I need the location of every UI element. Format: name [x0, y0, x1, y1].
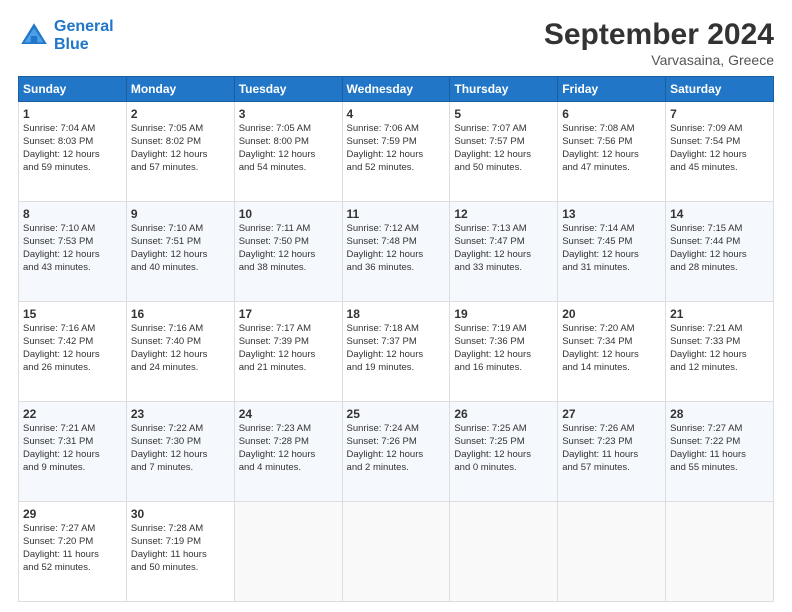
calendar-cell: 20Sunrise: 7:20 AMSunset: 7:34 PMDayligh… [558, 302, 666, 402]
calendar-cell: 1Sunrise: 7:04 AMSunset: 8:03 PMDaylight… [19, 102, 127, 202]
calendar-cell: 27Sunrise: 7:26 AMSunset: 7:23 PMDayligh… [558, 402, 666, 502]
title-area: September 2024 Varvasaina, Greece [544, 18, 774, 68]
page: General Blue September 2024 Varvasaina, … [0, 0, 792, 612]
day-number: 29 [23, 506, 122, 522]
calendar-cell: 13Sunrise: 7:14 AMSunset: 7:45 PMDayligh… [558, 202, 666, 302]
col-monday: Monday [126, 77, 234, 102]
calendar-cell [450, 502, 558, 602]
day-number: 3 [239, 106, 338, 122]
calendar-cell: 14Sunrise: 7:15 AMSunset: 7:44 PMDayligh… [666, 202, 774, 302]
day-number: 12 [454, 206, 553, 222]
calendar-cell: 4Sunrise: 7:06 AMSunset: 7:59 PMDaylight… [342, 102, 450, 202]
calendar-cell: 23Sunrise: 7:22 AMSunset: 7:30 PMDayligh… [126, 402, 234, 502]
calendar-cell: 25Sunrise: 7:24 AMSunset: 7:26 PMDayligh… [342, 402, 450, 502]
logo: General Blue [18, 18, 114, 53]
calendar-week-row: 15Sunrise: 7:16 AMSunset: 7:42 PMDayligh… [19, 302, 774, 402]
day-number: 2 [131, 106, 230, 122]
col-wednesday: Wednesday [342, 77, 450, 102]
day-number: 8 [23, 206, 122, 222]
day-number: 1 [23, 106, 122, 122]
calendar-cell: 15Sunrise: 7:16 AMSunset: 7:42 PMDayligh… [19, 302, 127, 402]
day-number: 14 [670, 206, 769, 222]
calendar-week-row: 1Sunrise: 7:04 AMSunset: 8:03 PMDaylight… [19, 102, 774, 202]
col-thursday: Thursday [450, 77, 558, 102]
day-number: 21 [670, 306, 769, 322]
day-number: 10 [239, 206, 338, 222]
logo-icon [18, 20, 50, 52]
calendar-cell [666, 502, 774, 602]
col-friday: Friday [558, 77, 666, 102]
day-number: 11 [347, 206, 446, 222]
calendar-cell [342, 502, 450, 602]
calendar-cell: 7Sunrise: 7:09 AMSunset: 7:54 PMDaylight… [666, 102, 774, 202]
calendar-cell: 24Sunrise: 7:23 AMSunset: 7:28 PMDayligh… [234, 402, 342, 502]
subtitle: Varvasaina, Greece [544, 52, 774, 68]
day-number: 30 [131, 506, 230, 522]
logo-text: General Blue [54, 18, 114, 53]
day-number: 17 [239, 306, 338, 322]
calendar-cell: 5Sunrise: 7:07 AMSunset: 7:57 PMDaylight… [450, 102, 558, 202]
calendar-cell: 22Sunrise: 7:21 AMSunset: 7:31 PMDayligh… [19, 402, 127, 502]
day-number: 13 [562, 206, 661, 222]
calendar-cell: 12Sunrise: 7:13 AMSunset: 7:47 PMDayligh… [450, 202, 558, 302]
calendar-cell: 28Sunrise: 7:27 AMSunset: 7:22 PMDayligh… [666, 402, 774, 502]
col-saturday: Saturday [666, 77, 774, 102]
day-number: 9 [131, 206, 230, 222]
day-number: 28 [670, 406, 769, 422]
calendar-week-row: 22Sunrise: 7:21 AMSunset: 7:31 PMDayligh… [19, 402, 774, 502]
day-number: 20 [562, 306, 661, 322]
day-number: 26 [454, 406, 553, 422]
calendar-cell: 19Sunrise: 7:19 AMSunset: 7:36 PMDayligh… [450, 302, 558, 402]
day-number: 4 [347, 106, 446, 122]
calendar-cell: 26Sunrise: 7:25 AMSunset: 7:25 PMDayligh… [450, 402, 558, 502]
calendar-cell: 17Sunrise: 7:17 AMSunset: 7:39 PMDayligh… [234, 302, 342, 402]
calendar-cell: 8Sunrise: 7:10 AMSunset: 7:53 PMDaylight… [19, 202, 127, 302]
calendar-week-row: 8Sunrise: 7:10 AMSunset: 7:53 PMDaylight… [19, 202, 774, 302]
day-number: 18 [347, 306, 446, 322]
calendar-cell: 21Sunrise: 7:21 AMSunset: 7:33 PMDayligh… [666, 302, 774, 402]
col-tuesday: Tuesday [234, 77, 342, 102]
day-number: 16 [131, 306, 230, 322]
day-number: 25 [347, 406, 446, 422]
day-number: 6 [562, 106, 661, 122]
calendar-cell [234, 502, 342, 602]
calendar-table: Sunday Monday Tuesday Wednesday Thursday… [18, 76, 774, 602]
day-number: 5 [454, 106, 553, 122]
day-number: 15 [23, 306, 122, 322]
calendar-cell: 9Sunrise: 7:10 AMSunset: 7:51 PMDaylight… [126, 202, 234, 302]
day-number: 19 [454, 306, 553, 322]
calendar-cell: 10Sunrise: 7:11 AMSunset: 7:50 PMDayligh… [234, 202, 342, 302]
calendar-cell: 6Sunrise: 7:08 AMSunset: 7:56 PMDaylight… [558, 102, 666, 202]
calendar-week-row: 29Sunrise: 7:27 AMSunset: 7:20 PMDayligh… [19, 502, 774, 602]
day-number: 23 [131, 406, 230, 422]
calendar-cell: 3Sunrise: 7:05 AMSunset: 8:00 PMDaylight… [234, 102, 342, 202]
col-sunday: Sunday [19, 77, 127, 102]
calendar-cell: 18Sunrise: 7:18 AMSunset: 7:37 PMDayligh… [342, 302, 450, 402]
day-number: 24 [239, 406, 338, 422]
calendar-cell: 11Sunrise: 7:12 AMSunset: 7:48 PMDayligh… [342, 202, 450, 302]
calendar-header-row: Sunday Monday Tuesday Wednesday Thursday… [19, 77, 774, 102]
calendar-cell [558, 502, 666, 602]
header: General Blue September 2024 Varvasaina, … [18, 18, 774, 68]
day-number: 27 [562, 406, 661, 422]
calendar-cell: 2Sunrise: 7:05 AMSunset: 8:02 PMDaylight… [126, 102, 234, 202]
day-number: 7 [670, 106, 769, 122]
calendar-cell: 29Sunrise: 7:27 AMSunset: 7:20 PMDayligh… [19, 502, 127, 602]
calendar-cell: 16Sunrise: 7:16 AMSunset: 7:40 PMDayligh… [126, 302, 234, 402]
day-number: 22 [23, 406, 122, 422]
calendar-cell: 30Sunrise: 7:28 AMSunset: 7:19 PMDayligh… [126, 502, 234, 602]
main-title: September 2024 [544, 18, 774, 52]
